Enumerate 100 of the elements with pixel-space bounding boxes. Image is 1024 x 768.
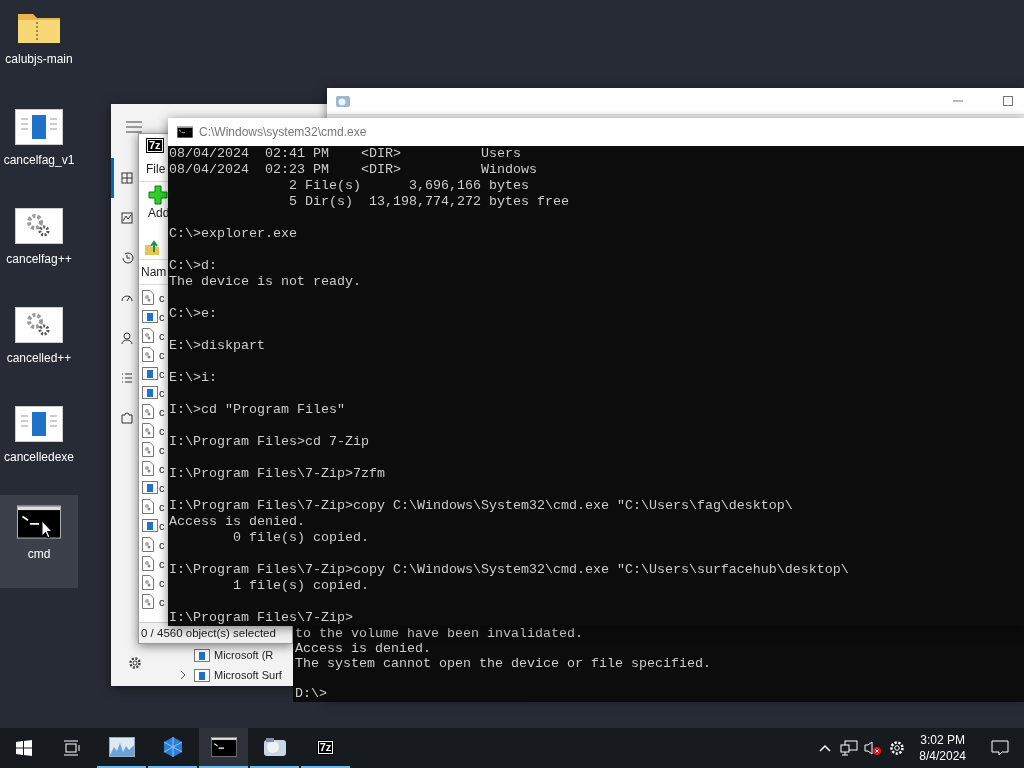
file-icon (142, 461, 154, 476)
file-name[interactable]: c (159, 310, 165, 323)
app-window-icon (15, 406, 63, 442)
file-name[interactable]: c (159, 405, 165, 418)
file-icon (142, 499, 154, 514)
menu-icon[interactable] (126, 121, 142, 133)
file-name[interactable]: c (159, 291, 165, 304)
console-line: I:\Program Files\7-Zip> (169, 610, 353, 626)
tree-item[interactable]: Microsoft (R (180, 645, 274, 665)
file-icon (142, 423, 154, 438)
app-file-icon (142, 310, 158, 323)
list-icon (120, 371, 134, 385)
plus-icon (148, 185, 168, 205)
console-line: I:\>cd "Program Files" (169, 402, 345, 418)
console-icon (177, 126, 193, 138)
file-name[interactable]: c (159, 481, 165, 494)
performance-monitor-icon (108, 737, 135, 757)
history-icon (120, 251, 134, 265)
clock-time[interactable]: 3:02 PM (920, 732, 965, 748)
file-icon (142, 556, 154, 571)
app-file-icon (142, 386, 158, 399)
file-name[interactable]: c (159, 462, 165, 475)
windows-logo-icon[interactable] (16, 740, 32, 756)
file-icon (142, 290, 154, 305)
file-icon (142, 404, 154, 419)
desktop-shortcut[interactable]: cancelled++ (0, 297, 78, 390)
console-line: 08/04/2024 02:41 PM <DIR> Users (169, 146, 521, 162)
desktop-shortcut[interactable]: calubjs-main (0, 0, 78, 93)
file-name[interactable]: c (159, 576, 165, 589)
desktop-shortcut[interactable]: cancelledexe (0, 396, 78, 489)
console-line: I:\Program Files\7-Zip>copy C:\Windows\System32\cmd.exe "C:\Users\surfacehub\desktop\ (169, 562, 849, 578)
clock-date[interactable]: 8/4/2024 (919, 748, 966, 764)
grid-icon (120, 171, 134, 185)
console-line: I:\Program Files\7-Zip>copy C:\Windows\System32\cmd.exe "C:\Users\fag\desktop\ (169, 498, 793, 514)
console-line: The device is not ready. (169, 274, 361, 290)
desktop-shortcut[interactable]: cancelfag_v1 (0, 99, 78, 192)
console-line: 5 Dir(s) 13,198,774,272 bytes free (287, 194, 569, 210)
gears-icon (15, 307, 63, 343)
taskbar-app[interactable] (199, 728, 248, 768)
console-line: The system cannot open the device or file specified. (295, 656, 711, 671)
app-file-icon (142, 367, 158, 380)
volume-muted-icon[interactable] (864, 740, 883, 756)
network-icon[interactable] (840, 740, 859, 756)
desktop-shortcut[interactable]: cmd (0, 495, 78, 588)
file-name[interactable]: c (159, 348, 165, 361)
console-line: E:\>i: (169, 370, 217, 386)
console-line: I:\Program Files>cd 7-Zip (169, 434, 369, 450)
7zip-logo: 7z (316, 739, 335, 755)
file-name[interactable]: c (159, 329, 165, 342)
column-header[interactable]: Nam (141, 265, 167, 279)
folder-up-icon[interactable] (144, 240, 160, 256)
file-name[interactable]: c (159, 443, 165, 456)
console-line: C:\>e: (169, 306, 217, 322)
file-icon (142, 575, 154, 590)
console-line: C:\>d: (169, 258, 217, 274)
file-name[interactable]: c (159, 538, 165, 551)
7zip-logo: 7z (146, 138, 164, 153)
file-name[interactable]: c (159, 367, 165, 380)
console-line: Access is denied. (169, 514, 305, 530)
taskbar-app[interactable]: 7z (301, 728, 350, 768)
console-line: Access is denied. (295, 641, 431, 656)
file-name[interactable]: c (159, 595, 165, 608)
nav-item[interactable] (111, 158, 134, 198)
notification-icon[interactable] (991, 740, 1009, 756)
menu-item[interactable]: File (146, 162, 166, 176)
chevron-icon[interactable] (180, 670, 186, 680)
tree-item[interactable]: Microsoft Surf (180, 665, 282, 685)
photos-icon (262, 737, 287, 757)
file-name[interactable]: c (159, 557, 165, 570)
console-line: I:\Program Files\7-Zip>7zfm (169, 466, 385, 482)
photos-icon (335, 94, 351, 108)
file-icon (142, 328, 154, 343)
app-window-icon (15, 109, 63, 145)
app-file-icon (194, 648, 210, 662)
maximize-icon[interactable] (1002, 95, 1014, 107)
file-name[interactable]: c (159, 424, 165, 437)
person-icon (120, 331, 134, 345)
file-name[interactable]: c (159, 519, 165, 532)
console-line: 1 file(s) copied. (232, 578, 369, 594)
console-line: 2 File(s) 3,696,166 bytes (287, 178, 529, 194)
console-line: C:\>explorer.exe (169, 226, 297, 242)
desktop-shortcut[interactable]: cancelfag++ (0, 198, 78, 291)
console-icon (210, 737, 237, 757)
chevron-up-icon[interactable] (819, 744, 832, 752)
console-icon (17, 505, 61, 539)
console-line: E:\>diskpart (169, 338, 265, 354)
file-icon (142, 442, 154, 457)
app-file-icon (194, 668, 210, 682)
console-line: 0 file(s) copied. (232, 530, 369, 546)
app-file-icon (142, 481, 158, 494)
file-name[interactable]: c (159, 386, 165, 399)
gears-icon (15, 208, 63, 244)
app-file-icon (142, 519, 158, 532)
file-name[interactable]: c (159, 500, 165, 513)
console-line: D:\> (295, 686, 327, 701)
window-title: C:\Windows\system32\cmd.exe (199, 125, 367, 139)
task-view-icon[interactable] (63, 740, 81, 756)
blocks-icon (161, 735, 184, 759)
console-line: 08/04/2024 02:23 PM <DIR> Windows (169, 162, 537, 178)
settings-icon[interactable] (128, 656, 142, 670)
